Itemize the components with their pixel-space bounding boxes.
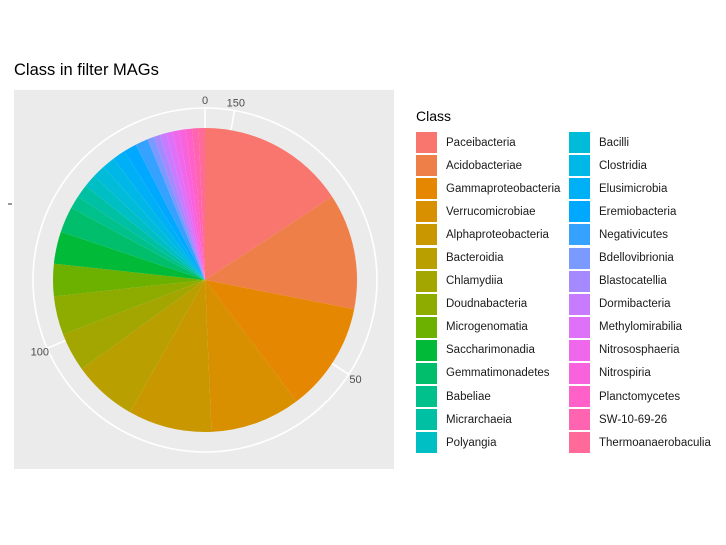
legend-key xyxy=(416,362,437,384)
legend-label: Microgenomatia xyxy=(446,321,528,334)
legend-key xyxy=(569,362,590,384)
legend-item: Microgenomatia xyxy=(416,316,569,339)
legend-key xyxy=(416,293,437,315)
legend-key xyxy=(569,339,590,361)
legend-item: Paceibacteria xyxy=(416,131,569,154)
legend-key xyxy=(569,270,590,292)
tick-label: 150 xyxy=(227,98,245,110)
legend-key xyxy=(416,247,437,269)
tick-label: 0 xyxy=(202,95,208,107)
legend-label: Methylomirabilia xyxy=(599,321,683,334)
legend-item: Bacteroidia xyxy=(416,246,569,269)
legend-key xyxy=(416,339,437,361)
legend-item: Dormibacteria xyxy=(569,293,722,316)
legend-label: Alphaproteobacteria xyxy=(446,228,549,241)
legend-item: Saccharimonadia xyxy=(416,339,569,362)
legend-key xyxy=(569,201,590,223)
legend: Class Paceibacteria Acidobacteriae Gammapr… xyxy=(416,108,722,454)
legend-item: Methylomirabilia xyxy=(569,316,722,339)
legend-label: Clostridia xyxy=(599,159,647,172)
legend-item: Planctomycetes xyxy=(569,385,722,408)
legend-item: Gammaproteobacteria xyxy=(416,177,569,200)
legend-key xyxy=(416,409,437,431)
legend-label: Nitrososphaeria xyxy=(599,344,680,357)
legend-column: Paceibacteria Acidobacteriae Gammaproteoba… xyxy=(416,131,569,454)
legend-item: SW-10-69-26 xyxy=(569,408,722,431)
legend-column: Bacilli Clostridia Elusimicrobia Eremiobact… xyxy=(569,131,722,454)
legend-key xyxy=(569,247,590,269)
tick-label: 100 xyxy=(31,347,49,359)
legend-item: Nitrososphaeria xyxy=(569,339,722,362)
legend-item: Chlamydiia xyxy=(416,270,569,293)
legend-item: Negativicutes xyxy=(569,223,722,246)
legend-title: Class xyxy=(416,108,452,124)
legend-label: Planctomycetes xyxy=(599,390,681,403)
legend-label: Blastocatellia xyxy=(599,275,667,288)
legend-label: Elusimicrobia xyxy=(599,182,668,195)
legend-label: Gammaproteobacteria xyxy=(446,182,561,195)
legend-key xyxy=(416,386,437,408)
legend-label: Gemmatimonadetes xyxy=(446,367,550,380)
legend-label: SW-10-69-26 xyxy=(599,413,668,426)
legend-label: Micrarchaeia xyxy=(446,413,512,426)
legend-label: Nitrospiria xyxy=(599,367,651,380)
legend-label: Verrucomicrobiae xyxy=(446,205,536,218)
legend-key xyxy=(416,201,437,223)
legend-label: Dormibacteria xyxy=(599,298,671,311)
legend-item: Verrucomicrobiae xyxy=(416,200,569,223)
legend-label: Chlamydiia xyxy=(446,275,503,288)
legend-item: Nitrospiria xyxy=(569,362,722,385)
legend-label: Doudnabacteria xyxy=(446,298,528,311)
legend-item: Eremiobacteria xyxy=(569,200,722,223)
legend-key xyxy=(569,132,590,154)
legend-item: Clostridia xyxy=(569,154,722,177)
legend-item: Alphaproteobacteria xyxy=(416,223,569,246)
legend-item: Gemmatimonadetes xyxy=(416,362,569,385)
legend-item: Elusimicrobia xyxy=(569,177,722,200)
legend-label: Paceibacteria xyxy=(446,136,516,149)
legend-item: Blastocatellia xyxy=(569,270,722,293)
legend-key xyxy=(416,432,437,454)
legend-item: Bacilli xyxy=(569,131,722,154)
legend-item: Acidobacteriae xyxy=(416,154,569,177)
legend-label: Thermoanaerobaculia xyxy=(599,436,711,449)
legend-item: Polyangia xyxy=(416,431,569,454)
legend-label: Saccharimonadia xyxy=(446,344,535,357)
legend-key xyxy=(569,155,590,177)
legend-item: Thermoanaerobaculia xyxy=(569,431,722,454)
legend-label: Bdellovibrionia xyxy=(599,252,674,265)
legend-item: Bdellovibrionia xyxy=(569,246,722,269)
legend-label: Polyangia xyxy=(446,436,497,449)
legend-key xyxy=(416,270,437,292)
legend-item: Doudnabacteria xyxy=(416,293,569,316)
legend-key xyxy=(416,178,437,200)
legend-key xyxy=(569,316,590,338)
legend-label: Acidobacteriae xyxy=(446,159,523,172)
legend-item: Babeliae xyxy=(416,385,569,408)
legend-key xyxy=(569,293,590,315)
legend-key xyxy=(569,432,590,454)
legend-key xyxy=(416,316,437,338)
legend-label: Babeliae xyxy=(446,390,491,403)
legend-key xyxy=(569,386,590,408)
legend-key xyxy=(416,224,437,246)
legend-label: Negativicutes xyxy=(599,228,669,241)
tick-label: 50 xyxy=(349,374,361,386)
legend-label: Bacilli xyxy=(599,136,630,149)
legend-key xyxy=(569,224,590,246)
legend-key xyxy=(416,155,437,177)
legend-key xyxy=(416,132,437,154)
legend-key xyxy=(569,409,590,431)
legend-key xyxy=(569,178,590,200)
legend-label: Bacteroidia xyxy=(446,252,504,265)
legend-item: Micrarchaeia xyxy=(416,408,569,431)
legend-label: Eremiobacteria xyxy=(599,205,677,218)
